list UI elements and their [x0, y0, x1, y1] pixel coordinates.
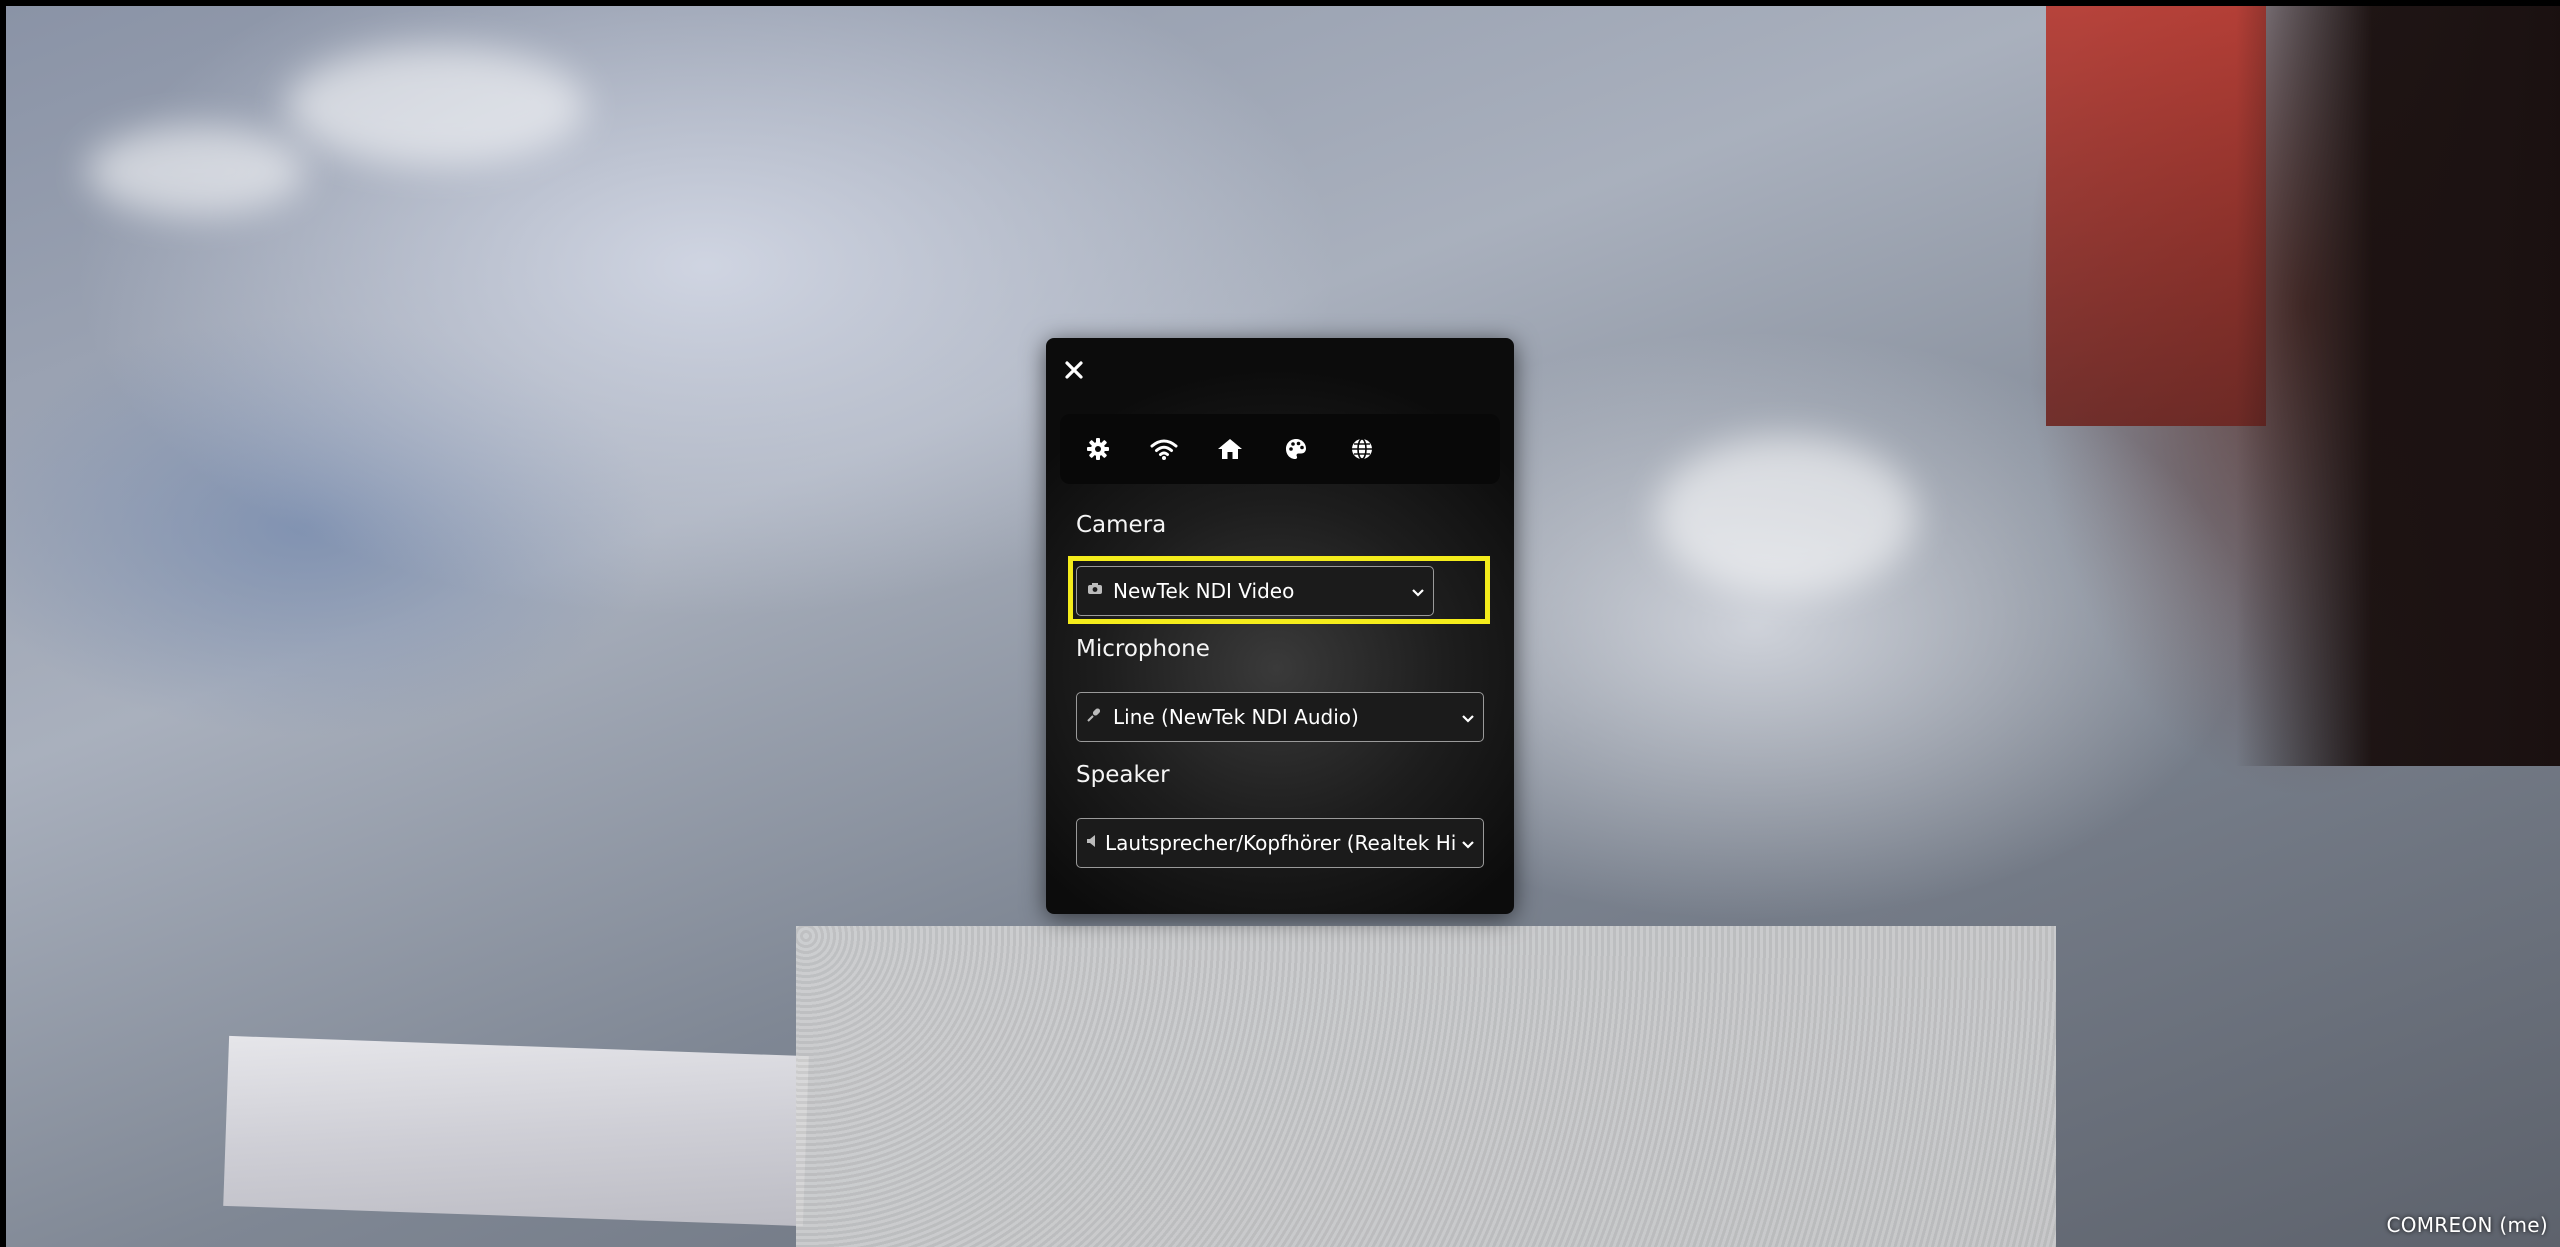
gear-icon[interactable] [1084, 435, 1112, 463]
speaker-icon [1087, 835, 1097, 851]
microphone-label: Microphone [1076, 636, 1210, 662]
globe-icon[interactable] [1348, 435, 1376, 463]
background-papers [223, 1035, 809, 1227]
participant-name-tag: COMREON (me) [2386, 1213, 2548, 1237]
camera-icon [1087, 583, 1105, 599]
speaker-label: Speaker [1076, 762, 1170, 788]
chevron-down-icon [1461, 705, 1475, 729]
wifi-icon[interactable] [1150, 435, 1178, 463]
background-red-object [2046, 6, 2266, 426]
chevron-down-icon [1411, 579, 1425, 603]
camera-label: Camera [1076, 512, 1167, 538]
palette-icon[interactable] [1282, 435, 1310, 463]
microphone-selected-value: Line (NewTek NDI Audio) [1113, 705, 1359, 729]
microphone-select[interactable]: Line (NewTek NDI Audio) [1076, 692, 1484, 742]
camera-selected-value: NewTek NDI Video [1113, 579, 1295, 603]
speaker-selected-value: Lautsprecher/Kopfhörer (Realtek Hi [1105, 831, 1455, 855]
background-foam [796, 926, 2056, 1247]
plastic-glare [86, 126, 306, 216]
chevron-down-icon [1461, 831, 1475, 855]
plastic-glare [286, 46, 586, 166]
close-icon[interactable] [1062, 358, 1086, 382]
background-shadow [2236, 6, 2560, 766]
device-settings-panel: Camera NewTek NDI Video Microphone Line … [1046, 338, 1514, 914]
microphone-icon [1087, 708, 1105, 726]
plastic-glare [1656, 436, 1916, 596]
home-icon[interactable] [1216, 435, 1244, 463]
speaker-select[interactable]: Lautsprecher/Kopfhörer (Realtek Hi [1076, 818, 1484, 868]
settings-toolbar [1060, 414, 1500, 484]
camera-select[interactable]: NewTek NDI Video [1076, 566, 1434, 616]
